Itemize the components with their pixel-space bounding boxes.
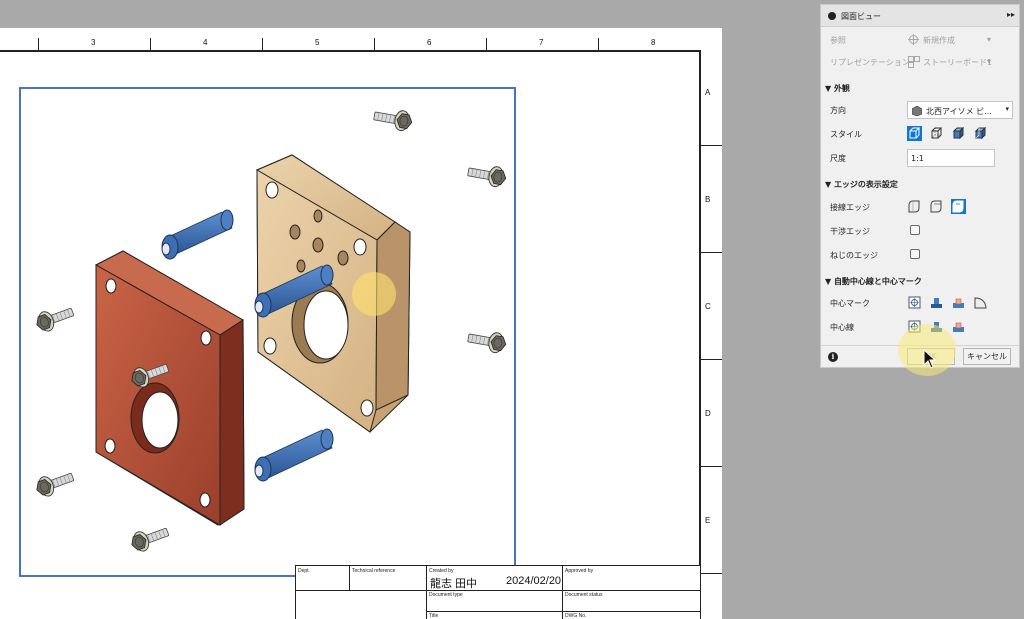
dwg-no-label: DWG No. [565, 613, 587, 619]
technical-reference-label: Technical reference [352, 568, 396, 574]
tangent-edges-off-icon[interactable] [907, 199, 922, 214]
shaded-hidden-style-icon[interactable] [973, 126, 988, 141]
tangent-edges-full-icon[interactable] [929, 199, 944, 214]
created-by-label: Created by [429, 568, 454, 574]
edge-visibility-section-label: エッジの表示設定 [833, 180, 898, 189]
orientation-row: 方向 北西アイソメ ビ... ▾ [821, 99, 1019, 121]
chevron-down-icon: ▾ [987, 35, 992, 44]
cancel-button[interactable]: キャンセル [963, 348, 1011, 365]
thread-edges-row: ねじのエッジ [821, 244, 1019, 266]
interference-edges-checkbox[interactable] [910, 225, 920, 235]
panel-title: 図面ビュー [841, 12, 881, 21]
document-status-label: Document status [565, 592, 603, 598]
hidden-edges-style-icon[interactable] [929, 126, 944, 141]
chevron-down-icon: ▾ [987, 57, 992, 66]
scale-label: 尺度 [830, 154, 846, 163]
approved-by-label: Approved by [565, 568, 594, 574]
double-chevron-right-icon[interactable]: ▸▸ [1007, 10, 1015, 19]
thread-edges-checkbox[interactable] [910, 249, 920, 259]
thread-edges-label: ねじのエッジ [830, 251, 878, 260]
panel-collapse-icon[interactable] [828, 12, 836, 20]
mouse-cursor-icon [923, 349, 937, 369]
centerline-section-label: 自動中心線と中心マーク [833, 277, 922, 286]
interference-edges-row: 干渉エッジ [821, 220, 1019, 242]
edge-visibility-section-toggle[interactable]: ▼ エッジの表示設定 [825, 179, 898, 190]
storyboard-icon [908, 56, 920, 68]
tangent-edges-label: 接線エッジ [830, 203, 870, 212]
center-mark-cylinder-icon[interactable] [929, 295, 944, 310]
visible-edges-style-icon[interactable] [907, 126, 922, 141]
center-line-label: 中心線 [830, 323, 854, 332]
reference-label: 参照 [830, 36, 846, 45]
reference-row: 参照 新規作成 ▾ [821, 29, 1019, 51]
center-mark-label: 中心マーク [830, 299, 870, 308]
document-type-label: Document type [429, 592, 463, 598]
chevron-down-icon: ▾ [1005, 105, 1009, 113]
scale-input[interactable]: 1:1 [907, 149, 995, 167]
new-create-icon [908, 34, 919, 45]
iso-view-icon [912, 106, 922, 116]
selected-view-frame[interactable] [19, 87, 516, 577]
orientation-label: 方向 [830, 106, 846, 115]
appearance-section-label: 外観 [833, 84, 850, 93]
info-icon[interactable]: i [828, 352, 838, 362]
new-create-dropdown[interactable]: 新規作成 [923, 35, 955, 46]
tangent-edges-short-icon[interactable] [951, 199, 966, 214]
created-by-value: 龍志 田中 [430, 578, 478, 590]
storyboard-dropdown[interactable]: ストーリーボード1 [923, 57, 992, 68]
center-mark-slot-icon[interactable] [951, 295, 966, 310]
center-mark-hole-icon[interactable] [907, 295, 922, 310]
center-mark-row: 中心マーク [821, 292, 1019, 314]
style-label: スタイル [830, 130, 862, 139]
representation-row: リプレゼンテーション ストーリーボード1 ▾ [821, 51, 1019, 73]
center-mark-fillet-icon[interactable] [973, 295, 988, 310]
center-line-slot-icon[interactable] [951, 319, 966, 334]
centerline-section-toggle[interactable]: ▼ 自動中心線と中心マーク [825, 276, 922, 287]
style-row: スタイル [821, 123, 1019, 145]
shaded-style-icon[interactable] [951, 126, 966, 141]
appearance-section-toggle[interactable]: ▼ 外観 [825, 83, 850, 94]
scale-row: 尺度 1:1 [821, 147, 1019, 169]
tangent-edges-row: 接線エッジ [821, 196, 1019, 218]
interference-edges-label: 干渉エッジ [830, 227, 870, 236]
drawing-view-panel: 図面ビュー ▸▸ 参照 新規作成 ▾ リプレゼンテーション ストーリーボード1 … [820, 4, 1020, 368]
panel-header[interactable]: 図面ビュー ▸▸ [821, 5, 1019, 27]
representation-label: リプレゼンテーション [830, 58, 910, 67]
orientation-value: 北西アイソメ ビ... [926, 107, 992, 116]
dept-label: Dept. [298, 568, 310, 574]
title-label: Title [429, 613, 439, 619]
title-block: Dept. Technical reference Created by 龍志 … [295, 565, 700, 619]
orientation-dropdown[interactable]: 北西アイソメ ビ... ▾ [907, 101, 1013, 119]
created-date: 2024/02/20 [506, 575, 562, 587]
